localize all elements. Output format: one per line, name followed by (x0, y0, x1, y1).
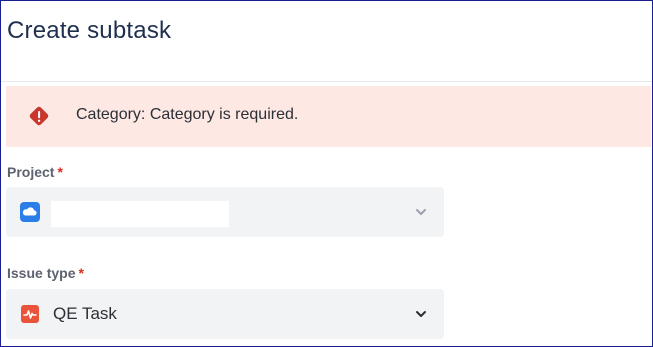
chevron-down-icon[interactable] (414, 205, 428, 219)
issue-type-label: Issue type * (7, 265, 84, 281)
project-cloud-icon (20, 202, 40, 222)
issue-type-label-text: Issue type (7, 265, 76, 281)
dialog-header: Create subtask (1, 1, 652, 82)
error-diamond-icon (29, 106, 49, 126)
error-banner: Category: Category is required. (6, 86, 651, 147)
project-value (51, 201, 229, 227)
project-label-text: Project (7, 164, 55, 180)
issue-type-select[interactable]: QE Task (6, 289, 444, 339)
required-asterisk: * (78, 265, 84, 281)
chevron-down-icon[interactable] (414, 307, 428, 321)
qe-task-icon (21, 305, 39, 323)
dialog-title: Create subtask (7, 17, 172, 44)
issue-type-value: QE Task (53, 304, 117, 323)
project-label: Project * (7, 164, 63, 180)
error-message: Category: Category is required. (76, 106, 299, 123)
required-asterisk: * (57, 164, 63, 180)
project-select[interactable] (6, 187, 444, 237)
